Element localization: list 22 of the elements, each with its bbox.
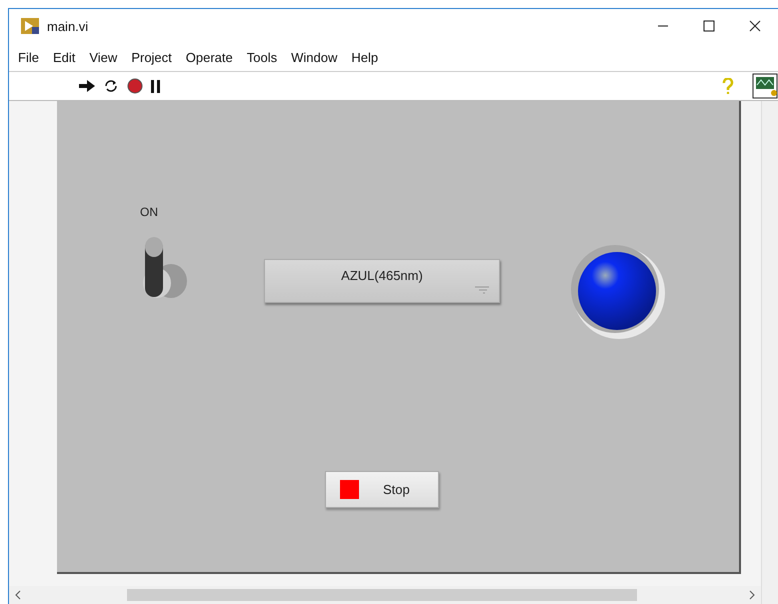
stop-icon xyxy=(340,480,359,499)
scroll-right-icon[interactable] xyxy=(749,590,755,600)
menu-item[interactable]: Edit xyxy=(46,50,82,64)
menu-item[interactable]: Help xyxy=(344,50,386,64)
app-icon xyxy=(21,18,39,34)
dropdown-arrow-icon xyxy=(475,286,489,294)
menu-item[interactable]: File xyxy=(11,50,46,64)
window-title: main.vi xyxy=(47,18,90,34)
menu-item[interactable]: Project xyxy=(124,50,179,64)
vertical-scrollbar[interactable] xyxy=(761,101,778,604)
toggle-label: ON xyxy=(140,205,158,219)
menu-item[interactable]: Tools xyxy=(240,50,284,64)
stop-button[interactable]: Stop xyxy=(325,471,439,508)
menu-item[interactable]: Window xyxy=(284,50,344,64)
ring-dropdown[interactable]: AZUL(465nm) xyxy=(264,259,500,303)
run-arrow-icon[interactable] xyxy=(79,79,95,93)
pause-icon[interactable] xyxy=(151,80,161,92)
menu-item[interactable]: Operate xyxy=(178,50,240,64)
run-continuously-icon[interactable] xyxy=(103,79,119,93)
menu-item[interactable]: View xyxy=(82,50,124,64)
abort-icon[interactable] xyxy=(127,78,143,94)
scroll-left-icon[interactable] xyxy=(15,590,21,600)
